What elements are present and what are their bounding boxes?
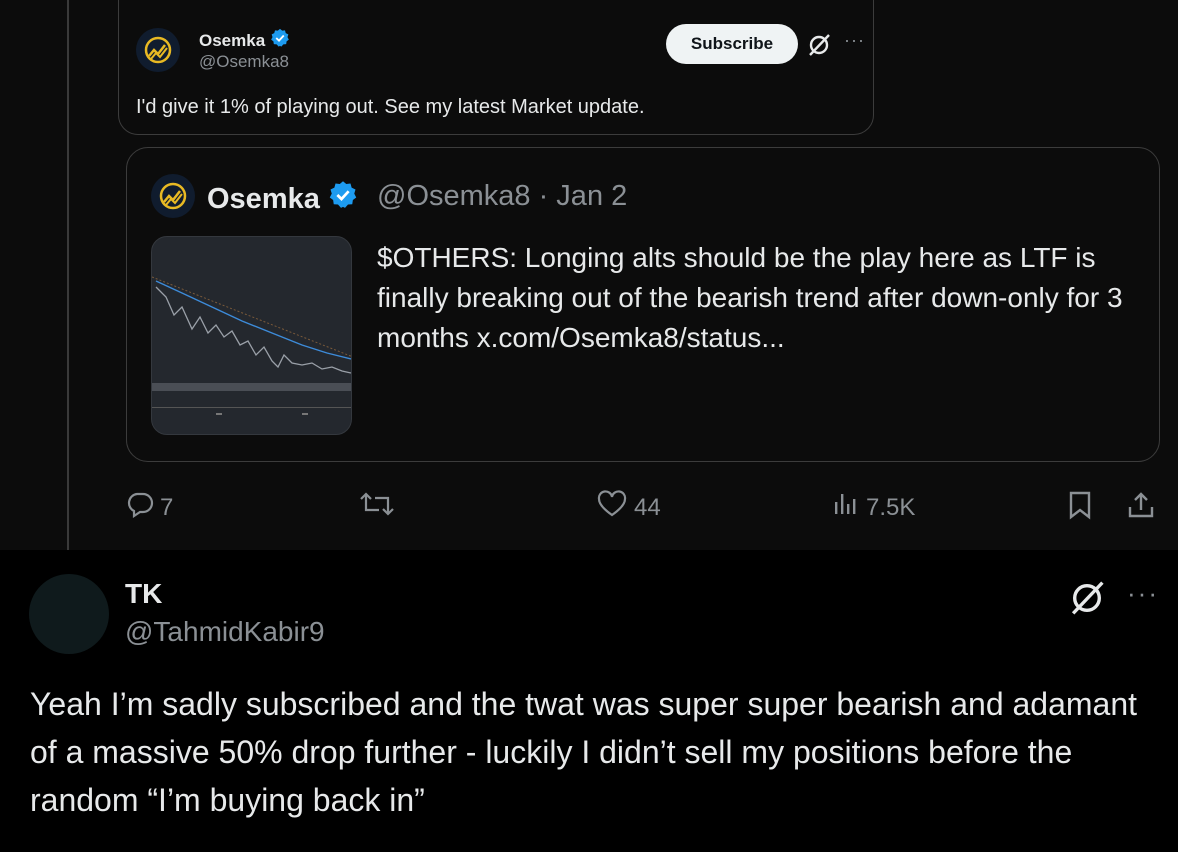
like-button[interactable]: 44 <box>596 490 661 525</box>
more-options-icon[interactable]: ··· <box>844 30 865 51</box>
more-options-icon[interactable]: ··· <box>1127 578 1159 609</box>
reply-author-name[interactable]: TK <box>125 578 162 610</box>
views-count: 7.5K <box>866 493 916 521</box>
quoted-author-name[interactable]: Osemka <box>207 180 358 218</box>
views-button[interactable]: 7.5K <box>832 490 915 525</box>
like-count: 44 <box>634 493 661 521</box>
quoted-tweet-text: $OTHERS: Longing alts should be the play… <box>377 242 1123 353</box>
bookmark-button[interactable] <box>1066 490 1094 527</box>
avatar[interactable] <box>29 574 109 654</box>
subscribe-button[interactable]: Subscribe <box>666 24 798 64</box>
verified-icon <box>328 180 358 218</box>
nested-author-handle[interactable]: @Osemka8 <box>199 52 289 72</box>
nested-quote-text: I'd give it 1% of playing out. See my la… <box>136 96 645 118</box>
share-button[interactable] <box>1126 490 1156 527</box>
reply-count: 7 <box>160 493 174 521</box>
osemka-logo-icon[interactable] <box>136 28 180 72</box>
quoted-author-handle-date[interactable]: @Osemka8 · Jan 2 <box>377 180 627 213</box>
views-icon <box>832 490 860 525</box>
verified-icon <box>270 28 290 53</box>
nested-author-name[interactable]: Osemka <box>199 28 290 53</box>
retweet-button[interactable] <box>357 490 397 525</box>
share-icon <box>1126 490 1156 527</box>
chart-thumbnail-image[interactable] <box>151 236 352 435</box>
reply-icon <box>126 490 154 525</box>
like-icon <box>596 490 628 525</box>
osemka-logo-icon[interactable] <box>151 174 195 218</box>
reply-button[interactable]: 7 <box>126 490 173 525</box>
reply-author-handle[interactable]: @TahmidKabir9 <box>125 616 325 648</box>
retweet-icon <box>357 490 397 525</box>
grok-icon[interactable] <box>1067 578 1107 618</box>
grok-icon[interactable] <box>806 32 832 58</box>
thread-line <box>67 0 69 568</box>
reply-text: Yeah I’m sadly subscribed and the twat w… <box>30 686 1138 818</box>
bookmark-icon <box>1066 490 1094 527</box>
